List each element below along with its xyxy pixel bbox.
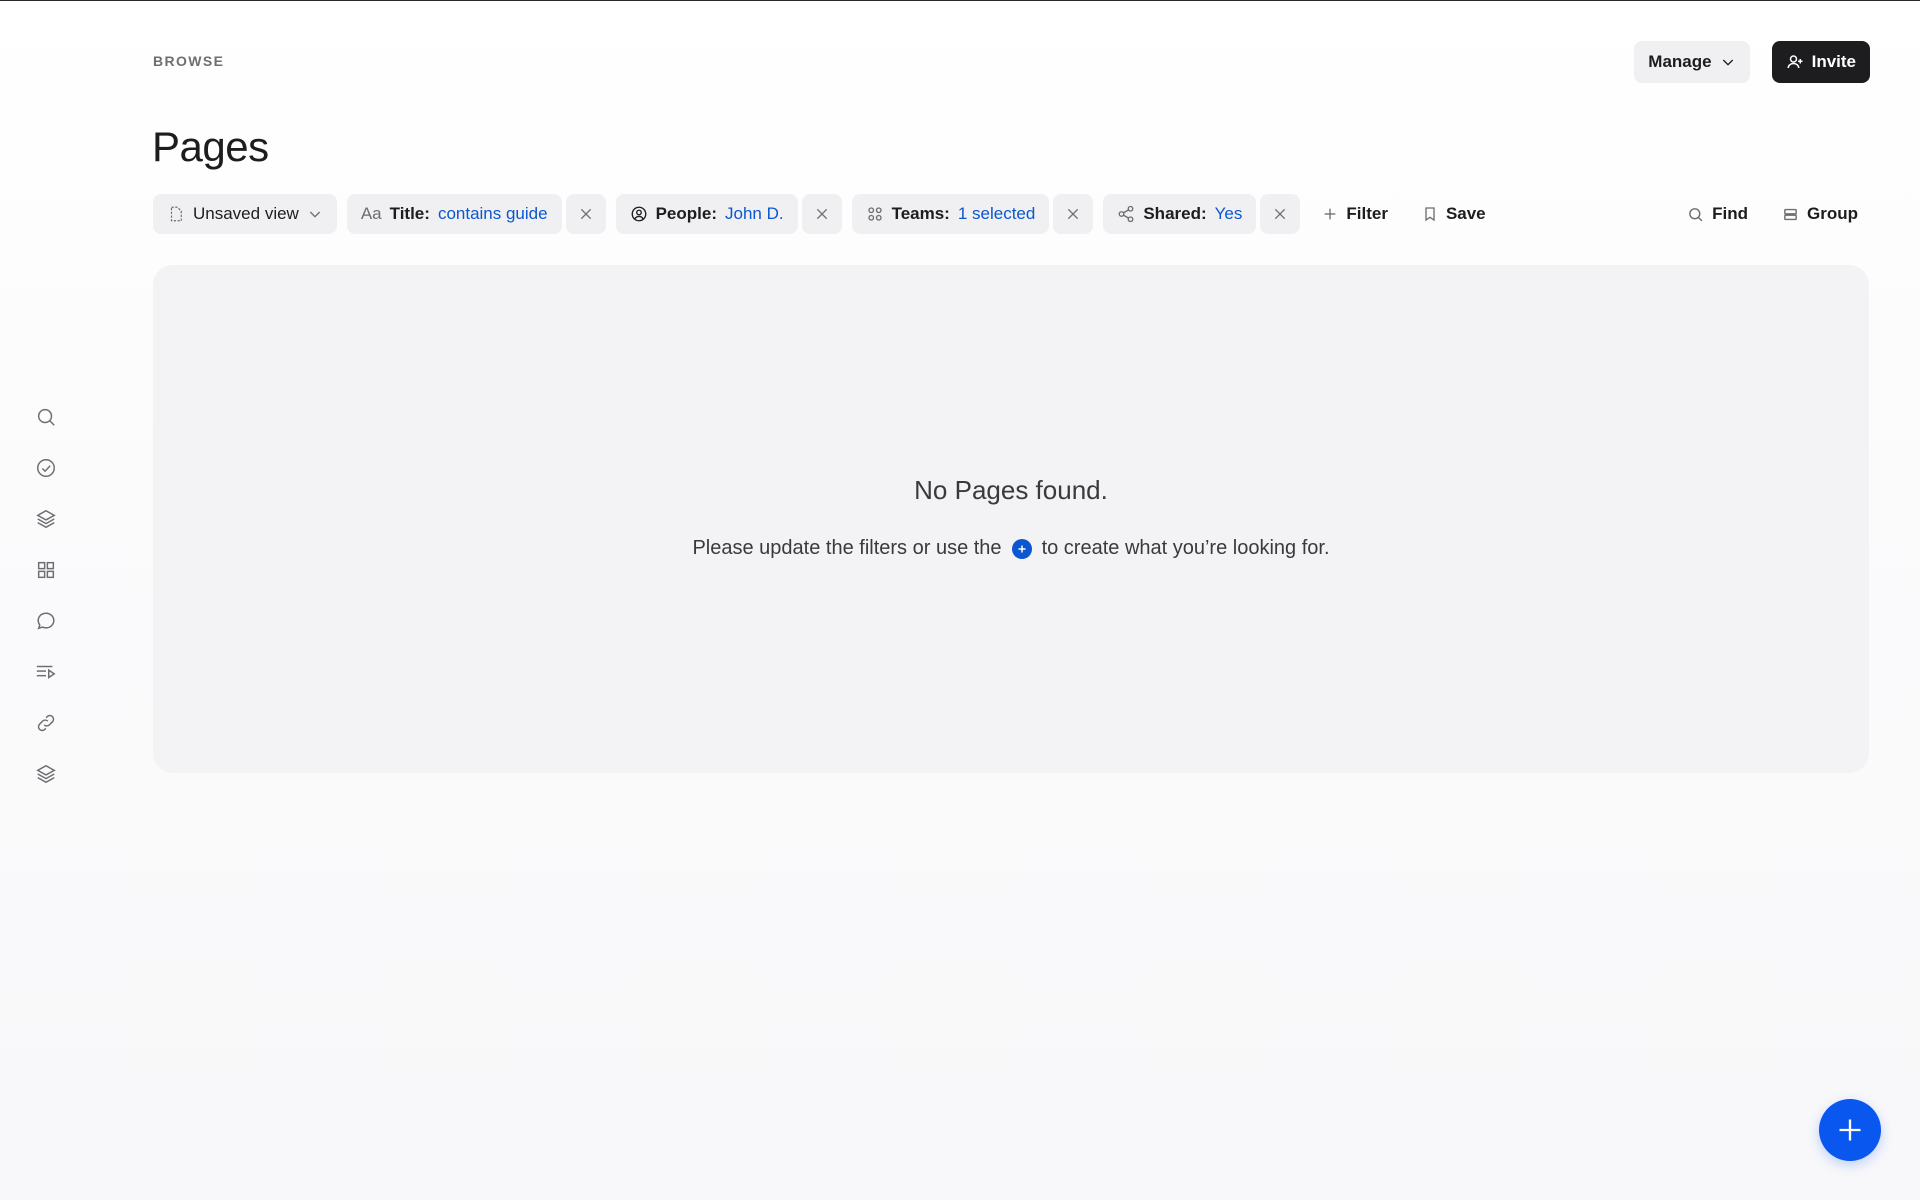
teams-grid-icon [866, 205, 884, 223]
user-circle-icon [630, 205, 648, 223]
teams-filter-key: Teams: [891, 204, 950, 223]
app-root: BROWSE Manage Invite Pages Unsaved view [0, 0, 1920, 1200]
remove-title-filter-button[interactable] [565, 194, 606, 234]
filter-bar: Unsaved view Aa Title: contains guide Pe… [153, 194, 1870, 234]
shared-filter-key: Shared: [1143, 204, 1207, 223]
shared-filter-chip[interactable]: Shared: Yes [1103, 194, 1257, 234]
add-filter-button[interactable]: Filter [1310, 194, 1400, 234]
plus-icon [1839, 1119, 1861, 1141]
remove-teams-filter-button[interactable] [1053, 194, 1094, 234]
document-dashed-icon [167, 205, 185, 223]
save-view-label: Save [1445, 204, 1486, 223]
teams-filter-value: 1 selected [957, 204, 1036, 223]
search-icon[interactable] [30, 405, 62, 429]
chevron-down-icon [1720, 54, 1736, 70]
title-filter-value: contains guide [437, 204, 548, 223]
text-type-icon: Aa [360, 204, 382, 223]
teams-filter-chip[interactable]: Teams: 1 selected [851, 194, 1050, 234]
filter-chip-title: Aa Title: contains guide [346, 194, 606, 234]
title-filter-chip[interactable]: Aa Title: contains guide [346, 194, 562, 234]
breadcrumb: BROWSE [153, 53, 225, 69]
people-filter-value: John D. [724, 204, 784, 223]
view-selector[interactable]: Unsaved view [153, 194, 337, 234]
remove-shared-filter-button[interactable] [1260, 194, 1301, 234]
invite-button-label: Invite [1811, 52, 1856, 71]
chat-bubble-icon[interactable] [30, 609, 62, 633]
group-label: Group [1807, 204, 1858, 223]
people-filter-chip[interactable]: People: John D. [615, 194, 798, 234]
check-circle-icon[interactable] [30, 456, 62, 480]
invite-button[interactable]: Invite [1771, 41, 1870, 83]
manage-button-label: Manage [1648, 52, 1712, 71]
stack-icon[interactable] [30, 762, 62, 786]
find-button[interactable]: Find [1675, 194, 1760, 234]
results-panel: No Pages found. Please update the filter… [153, 265, 1869, 773]
view-selector-label: Unsaved view [193, 204, 299, 223]
title-filter-key: Title: [389, 204, 430, 223]
header-actions: Manage Invite [1634, 41, 1870, 83]
filter-chip-people: People: John D. [615, 194, 842, 234]
close-icon [1068, 208, 1079, 220]
save-view-button[interactable]: Save [1410, 194, 1498, 234]
people-filter-key: People: [655, 204, 717, 223]
plus-circle-icon [1011, 538, 1032, 559]
playlist-icon[interactable] [30, 660, 62, 684]
layers-icon[interactable] [30, 507, 62, 531]
chevron-down-icon [307, 206, 323, 222]
sidebar-rail [30, 405, 62, 786]
share-icon [1117, 205, 1135, 223]
page-title: Pages [152, 123, 269, 170]
add-filter-label: Filter [1346, 204, 1388, 223]
empty-state-message: Please update the filters or use the to … [153, 537, 1869, 560]
manage-button[interactable]: Manage [1634, 41, 1750, 83]
add-user-icon [1786, 53, 1804, 71]
find-label: Find [1712, 204, 1748, 223]
empty-state-message-before: Please update the filters or use the [692, 537, 1002, 559]
plus-icon [1322, 206, 1338, 222]
empty-state-message-after: to create what you’re looking for. [1041, 537, 1330, 559]
group-rows-icon [1782, 206, 1799, 223]
close-icon [1275, 208, 1286, 220]
link-icon[interactable] [30, 711, 62, 735]
group-button[interactable]: Group [1770, 194, 1870, 234]
filter-chip-teams: Teams: 1 selected [851, 194, 1094, 234]
empty-state-title: No Pages found. [914, 475, 1108, 505]
shared-filter-value: Yes [1214, 204, 1243, 223]
bookmark-icon [1422, 206, 1438, 222]
close-icon [816, 208, 827, 220]
grid-icon[interactable] [30, 558, 62, 582]
remove-people-filter-button[interactable] [801, 194, 842, 234]
search-icon [1687, 206, 1704, 223]
create-page-button[interactable] [1819, 1099, 1881, 1161]
close-icon [580, 208, 591, 220]
filter-chip-shared: Shared: Yes [1103, 194, 1301, 234]
